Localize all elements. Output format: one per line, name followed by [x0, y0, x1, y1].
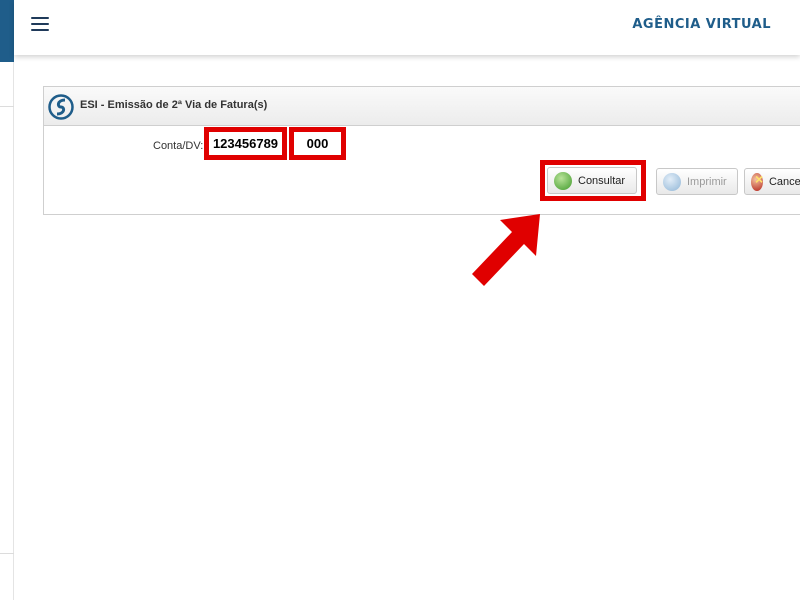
cancelar-button[interactable]: Cancelar — [744, 168, 800, 195]
consultar-label: Consultar — [578, 174, 626, 187]
top-bar: AGÊNCIA VIRTUAL — [14, 0, 800, 55]
imprimir-label: Imprimir — [687, 175, 727, 188]
search-icon — [554, 171, 572, 190]
print-icon — [663, 172, 681, 191]
dv-input[interactable]: 000 — [289, 127, 346, 160]
sidebar-accent — [0, 0, 14, 62]
panel-header: ESI - Emissão de 2ª Via de Fatura(s) — [44, 87, 800, 126]
panel-title: ESI - Emissão de 2ª Via de Fatura(s) — [80, 99, 268, 111]
hamburger-menu-icon[interactable] — [31, 17, 49, 31]
account-input[interactable]: 123456789 — [204, 127, 287, 160]
account-label: Conta/DV: — [153, 140, 204, 152]
esi-logo-icon — [48, 94, 74, 120]
cancelar-label: Cancelar — [768, 175, 800, 188]
sidebar-divider — [0, 106, 14, 107]
left-sidebar-strip — [0, 0, 14, 600]
consultar-button[interactable]: Consultar — [547, 167, 637, 194]
sidebar-divider — [0, 553, 14, 554]
imprimir-button[interactable]: Imprimir — [656, 168, 738, 195]
cancel-icon — [751, 171, 763, 191]
brand-title[interactable]: AGÊNCIA VIRTUAL — [632, 17, 771, 32]
pointer-arrow-icon — [472, 214, 540, 286]
